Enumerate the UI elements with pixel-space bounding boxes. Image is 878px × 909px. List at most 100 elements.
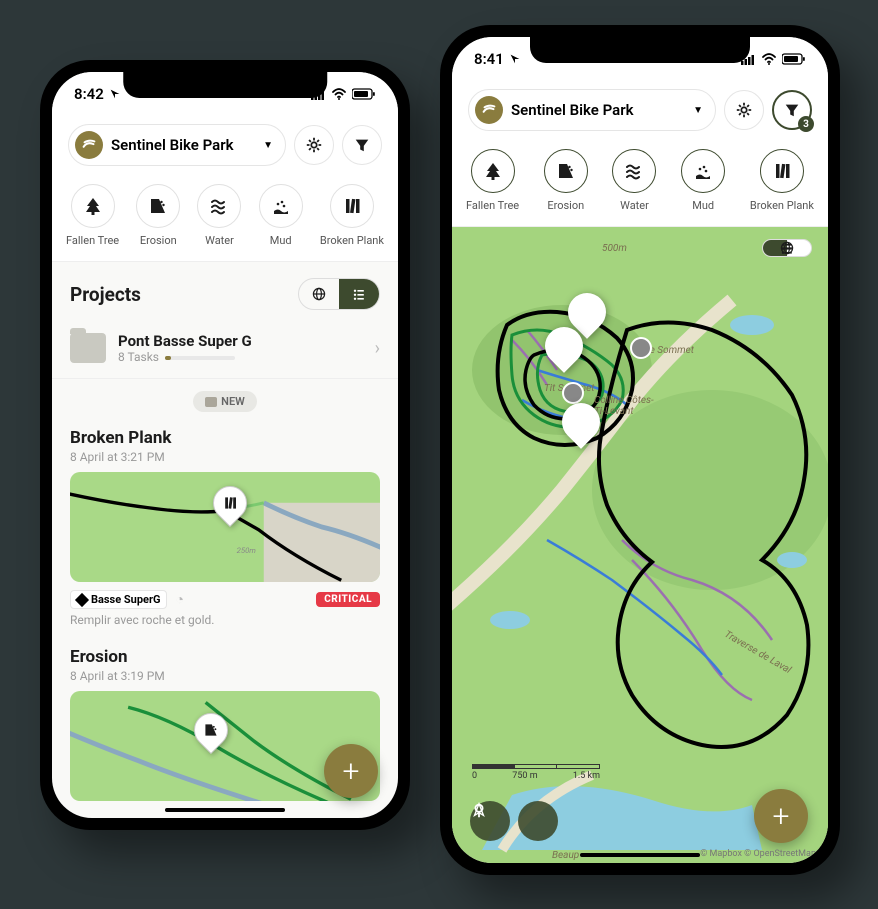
chevron-down-icon: ▼ (263, 140, 273, 151)
card-timestamp: 8 April at 3:21 PM (70, 450, 380, 464)
funnel-icon (353, 136, 371, 154)
filter-fallen-tree[interactable]: Fallen Tree (466, 149, 519, 212)
wifi-icon (761, 53, 777, 65)
pin-icon (470, 801, 488, 819)
project-row[interactable]: Pont Basse Super G 8 Tasks › (52, 318, 398, 379)
map-attribution: © Mapbox © OpenStreetMap (700, 849, 816, 859)
top-bar: Sentinel Bike Park ▼ 3 (452, 81, 828, 139)
chevron-right-icon: › (375, 338, 380, 359)
plank-icon (772, 161, 792, 181)
list-content: Projects Pont Basse Super G 8 Tasks › NE… (52, 262, 398, 818)
add-button[interactable]: + (324, 744, 378, 798)
erosion-icon (203, 722, 219, 738)
svg-text:250m: 250m (237, 546, 257, 555)
severity-badge: CRITICAL (316, 592, 380, 607)
plus-icon: + (343, 754, 360, 789)
filter-fallen-tree[interactable]: Fallen Tree (66, 184, 119, 247)
park-select[interactable]: Sentinel Bike Park ▼ (68, 124, 286, 166)
section-header: Projects (52, 262, 398, 318)
status-time: 8:41 (474, 50, 504, 68)
list-icon (351, 286, 367, 302)
projects-title: Projects (70, 283, 141, 306)
screen: 8:42 Sentinel Bike Park ▼ Fallen Tree Er… (52, 72, 398, 818)
home-indicator[interactable] (580, 853, 700, 857)
notch (123, 70, 327, 98)
difficulty-diamond-icon (75, 592, 89, 606)
settings-button[interactable] (294, 125, 334, 165)
quick-filters: Fallen Tree Erosion Water Mud Broken Pla… (452, 139, 828, 227)
water-icon (624, 161, 644, 181)
top-bar: Sentinel Bike Park ▼ (52, 116, 398, 174)
erosion-icon (556, 161, 576, 181)
water-icon (209, 196, 229, 216)
add-button[interactable]: + (754, 789, 808, 843)
trail-chip[interactable]: Basse SuperG (70, 590, 167, 609)
tree-icon (83, 196, 103, 216)
filter-water[interactable]: Water (612, 149, 656, 212)
battery-icon (352, 88, 376, 100)
settings-button[interactable] (724, 90, 764, 130)
park-logo-icon (475, 96, 503, 124)
filter-button[interactable] (342, 125, 382, 165)
chevron-down-icon: ▼ (693, 105, 703, 116)
funnel-icon (783, 101, 801, 119)
screen: 8:41 Sentinel Bike Park ▼ 3 Fallen Tre (452, 37, 828, 863)
plank-icon (342, 196, 362, 216)
poi-dot[interactable] (630, 337, 652, 359)
list-view-tab[interactable] (787, 240, 811, 256)
tree-icon (483, 161, 503, 181)
map-content: 500m Ze Sommet Tit Sommet Colline Côtes-… (452, 227, 828, 863)
park-logo-icon (75, 131, 103, 159)
filter-broken-plank[interactable]: Broken Plank (320, 184, 384, 247)
project-name: Pont Basse Super G (118, 332, 252, 350)
map-view-tab[interactable] (299, 279, 339, 309)
card-note: Remplir avec roche et gold. (70, 613, 380, 627)
filter-count-badge: 3 (798, 116, 814, 132)
poi-dot[interactable] (562, 382, 584, 404)
card-title: Erosion (70, 647, 380, 667)
gear-icon (735, 101, 753, 119)
main-map[interactable]: 500m Ze Sommet Tit Sommet Colline Côtes-… (452, 227, 828, 863)
folder-icon (70, 333, 106, 363)
phone-map-view: 8:41 Sentinel Bike Park ▼ 3 Fallen Tre (440, 25, 840, 875)
mini-folder-icon (205, 397, 217, 407)
erosion-icon (148, 196, 168, 216)
issue-card-broken-plank[interactable]: Broken Plank 8 April at 3:21 PM 250m Bas… (52, 424, 398, 643)
mud-icon (271, 196, 291, 216)
location-icon (508, 52, 522, 66)
park-name: Sentinel Bike Park (111, 136, 234, 154)
scale-bar: 0750 m1.5 km (472, 764, 600, 781)
park-select[interactable]: Sentinel Bike Park ▼ (468, 89, 716, 131)
view-toggle[interactable] (762, 239, 812, 257)
battery-icon (782, 53, 806, 65)
home-indicator[interactable] (165, 808, 285, 812)
plus-icon: + (773, 799, 790, 834)
list-view-tab[interactable] (339, 279, 379, 309)
filter-mud[interactable]: Mud (681, 149, 725, 212)
drop-pin-button[interactable] (518, 801, 558, 841)
gear-icon (305, 136, 323, 154)
mud-icon (693, 161, 713, 181)
watch-icon: ◔ (175, 591, 183, 608)
card-timestamp: 8 April at 3:19 PM (70, 669, 380, 683)
quick-filters: Fallen Tree Erosion Water Mud Broken Pla… (52, 174, 398, 262)
notch (530, 35, 750, 63)
filter-broken-plank[interactable]: Broken Plank (750, 149, 814, 212)
card-title: Broken Plank (70, 428, 380, 448)
filter-erosion[interactable]: Erosion (136, 184, 180, 247)
filter-erosion[interactable]: Erosion (544, 149, 588, 212)
view-toggle[interactable] (298, 278, 380, 310)
map-control-buttons (470, 801, 558, 841)
card-map-thumb[interactable]: 250m (70, 472, 380, 582)
wifi-icon (331, 88, 347, 100)
location-icon (108, 87, 122, 101)
filter-water[interactable]: Water (197, 184, 241, 247)
park-name: Sentinel Bike Park (511, 101, 634, 119)
new-chip[interactable]: NEW (193, 391, 257, 412)
plank-icon (222, 495, 238, 511)
progress-bar (165, 356, 235, 360)
status-time: 8:42 (74, 85, 104, 103)
phone-list-view: 8:42 Sentinel Bike Park ▼ Fallen Tree Er… (40, 60, 410, 830)
project-tasks: 8 Tasks (118, 350, 159, 364)
filter-mud[interactable]: Mud (259, 184, 303, 247)
